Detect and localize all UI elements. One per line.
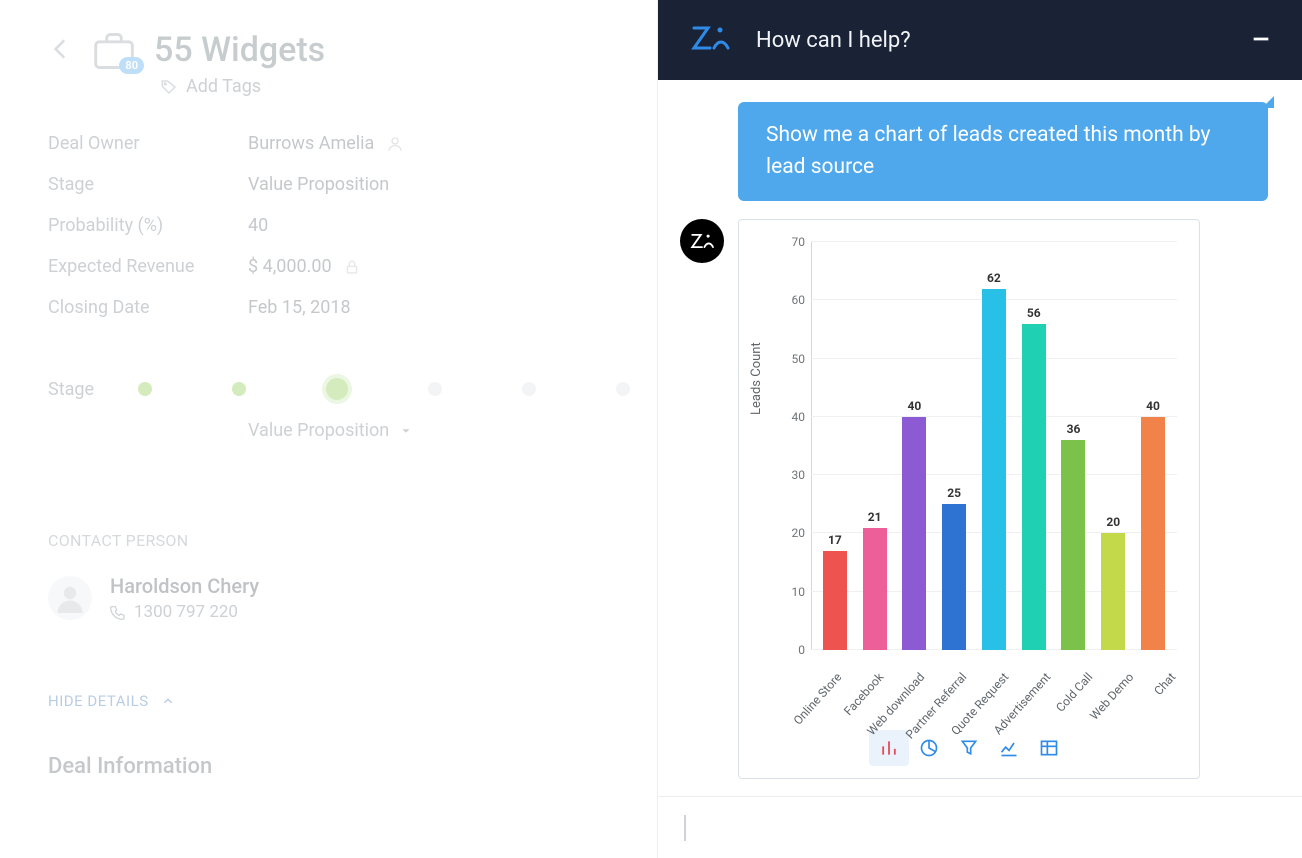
y-tick: 20 [792,526,806,540]
chart-bar[interactable]: 25 [940,486,968,650]
bar-value-label: 21 [868,510,882,524]
chart-bar[interactable]: 62 [980,271,1008,650]
chart-filter-button[interactable] [949,730,989,766]
person-icon [386,135,404,153]
contact-avatar[interactable] [48,576,92,620]
chart-bar[interactable]: 36 [1059,422,1087,650]
x-tick-label: Cold Call [1053,670,1095,715]
bar-value-label: 62 [987,271,1001,285]
y-tick: 10 [792,585,806,599]
input-cursor [684,815,686,841]
chevron-up-icon [161,694,175,708]
bar-value-label: 40 [908,399,922,413]
deal-title: 55 Widgets [154,30,325,70]
bar-value-label: 40 [1146,399,1160,413]
chart-bar[interactable]: 40 [900,399,928,650]
chart-type-line-button[interactable] [989,730,1029,766]
minimize-button[interactable] [1250,24,1272,57]
y-tick: 50 [792,352,806,366]
stage-dot[interactable] [428,382,442,396]
x-tick-label: Online Store [791,670,845,728]
deal-badge: 80 [119,57,144,74]
deal-icon: 80 [92,32,136,70]
bar-value-label: 17 [828,533,842,547]
contact-section-title: CONTACT PERSON [48,531,609,550]
deal-detail-pane: 80 55 Widgets Add Tags Deal Owner Burrow… [0,0,657,858]
chart-bar[interactable]: 56 [1020,306,1048,650]
y-tick: 30 [792,468,806,482]
stage-dot[interactable] [138,382,152,396]
stage-progress-track[interactable] [138,378,630,400]
y-tick: 40 [792,410,806,424]
stage-dot[interactable] [232,382,246,396]
chevron-down-icon [399,424,413,438]
user-message-text: Show me a chart of leads created this mo… [766,123,1211,179]
hide-details-label: HIDE DETAILS [48,692,149,710]
chart-toolbar [749,730,1189,766]
zia-header-title: How can I help? [756,28,911,53]
probability-label: Probability (%) [48,215,248,236]
chart-bar[interactable]: 20 [1099,515,1127,650]
phone-icon [110,604,126,620]
contact-name[interactable]: Haroldson Chery [110,574,259,598]
bar-value-label: 56 [1027,306,1041,320]
x-tick-label: Chat [1151,670,1178,698]
zia-avatar-icon [680,219,724,263]
bar-value-label: 36 [1067,422,1081,436]
chat-area: Show me a chart of leads created this mo… [658,80,1302,796]
chart-card: Leads Count 010203040506070 172140256256… [738,219,1200,779]
zia-logo-icon [688,20,732,60]
stage-progress-label: Stage [48,379,94,400]
stage-label: Stage [48,174,248,195]
y-tick: 60 [792,293,806,307]
revenue-value: $ 4,000.00 [248,256,332,277]
closing-label: Closing Date [48,297,248,318]
chart-type-table-button[interactable] [1029,730,1069,766]
owner-label: Deal Owner [48,133,248,154]
bar-value-label: 25 [947,486,961,500]
back-icon[interactable] [48,36,74,66]
stage-select-value: Value Proposition [248,420,389,441]
revenue-label: Expected Revenue [48,256,248,277]
zia-assistant-panel: How can I help? Show me a chart of leads… [657,0,1302,858]
leads-chart: Leads Count 010203040506070 172140256256… [755,234,1185,664]
add-tags-button[interactable]: Add Tags [160,76,325,97]
contact-phone[interactable]: 1300 797 220 [134,602,238,622]
closing-value: Feb 15, 2018 [248,297,351,318]
stage-dot[interactable] [616,382,630,396]
y-tick: 70 [792,235,806,249]
chart-bar[interactable]: 21 [861,510,889,650]
owner-value: Burrows Amelia [248,133,374,154]
hide-details-toggle[interactable]: HIDE DETAILS [48,692,609,710]
stage-dot-current[interactable] [326,378,348,400]
lock-icon [344,259,360,275]
zia-header: How can I help? [658,0,1302,80]
probability-value: 40 [248,215,268,236]
bar-value-label: 20 [1106,515,1120,529]
y-tick: 0 [798,643,805,657]
stage-dot[interactable] [522,382,536,396]
user-message-bubble: Show me a chart of leads created this mo… [738,102,1268,201]
stage-select[interactable]: Value Proposition [248,420,609,441]
chart-bar[interactable]: 40 [1139,399,1167,650]
zia-input[interactable] [658,796,1302,858]
stage-value: Value Proposition [248,174,389,195]
deal-info-heading: Deal Information [48,754,609,779]
add-tags-label: Add Tags [186,76,261,97]
chart-bar[interactable]: 17 [821,533,849,650]
